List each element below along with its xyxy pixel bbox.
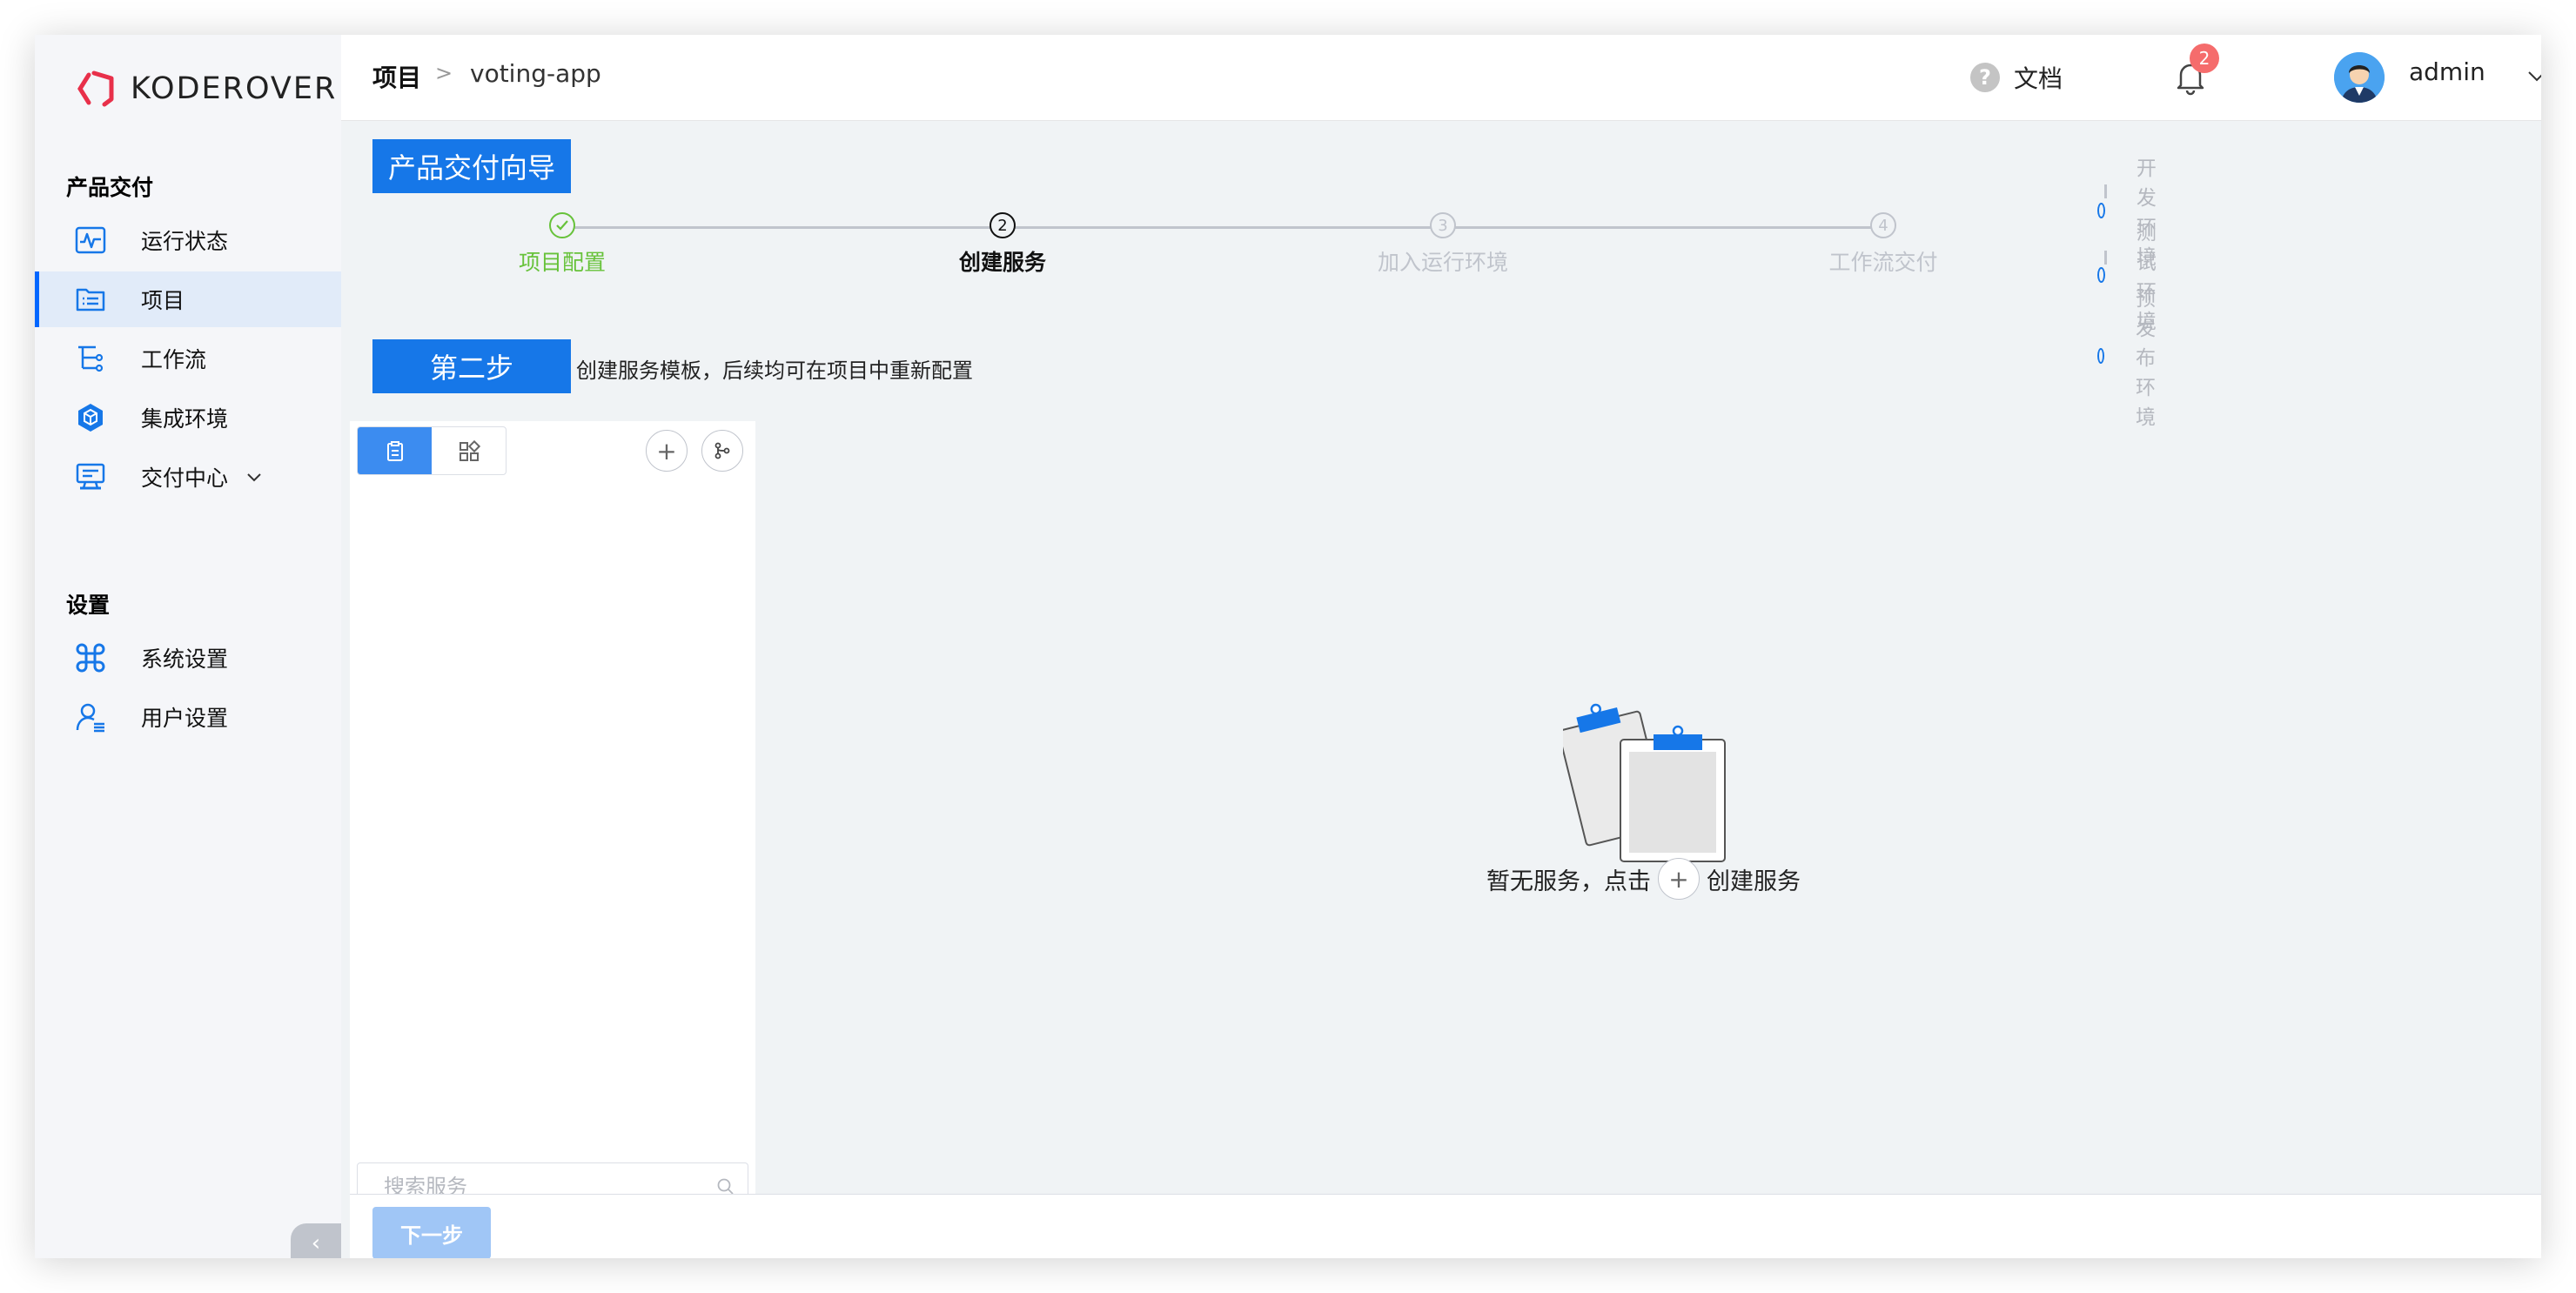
step-workflow-delivery: 4 工作流交付 [1753,212,2014,277]
step-number: 4 [1870,212,1896,238]
step-create-service: 2 创建服务 [872,212,1133,277]
check-icon [549,212,575,238]
sidebar-item-user-settings[interactable]: 用户设置 [35,689,341,745]
brand-name: KODEROVER [131,71,338,106]
app-window: KODEROVER 产品交付 运行状态 项目 工作流 集成环境 交付中心 设置 … [35,35,2541,1258]
sidebar-item-project[interactable]: 项目 [35,271,341,327]
empty-clipboard-illustration-icon [1563,703,1726,862]
sidebar-item-workflow[interactable]: 工作流 [35,331,341,386]
service-list-panel: + [350,421,755,1222]
grid-icon [459,440,480,461]
sidebar: KODEROVER 产品交付 运行状态 项目 工作流 集成环境 交付中心 设置 … [35,35,341,1258]
sidebar-item-delivery-center[interactable]: 交付中心 [35,449,341,505]
view-toggle [357,426,506,475]
tab-list-view[interactable] [358,427,432,474]
step-number: 3 [1430,212,1456,238]
cube-cluster-icon [73,400,108,435]
steps-connector [564,226,1887,229]
timeline-dot [2097,267,2105,283]
sidebar-item-system-settings[interactable]: 系统设置 [35,630,341,686]
sidebar-collapse-button[interactable]: ‹ [291,1223,341,1258]
step-label: 加入运行环境 [1377,250,1508,275]
step-description: 创建服务模板，后续均可在项目中重新配置 [576,358,973,383]
notification-badge: 2 [2190,44,2219,73]
help-icon: ? [1970,63,2000,92]
plus-icon: + [1668,864,1689,894]
step-join-env: 3 加入运行环境 [1312,212,1573,277]
breadcrumb-root[interactable]: 项目 [372,59,421,94]
breadcrumb-separator: > [435,61,453,85]
git-link-button[interactable] [701,430,743,472]
wizard-title: 产品交付向导 [372,139,571,193]
chevron-down-icon [247,473,261,482]
user-settings-icon [73,700,108,734]
empty-add-service-button[interactable]: + [1658,858,1700,900]
empty-text-suffix: 创建服务 [1707,868,1801,895]
project-list-icon [73,282,108,317]
sidebar-item-integration-env[interactable]: 集成环境 [35,390,341,446]
username[interactable]: admin [2409,57,2485,86]
sidebar-item-label: 系统设置 [141,646,229,672]
sidebar-item-label: 运行状态 [141,229,229,254]
step-label: 创建服务 [958,250,1046,275]
command-icon [73,640,108,675]
koderover-logo-icon [77,70,114,107]
user-avatar-icon [2334,52,2385,103]
timeline-dash [2104,184,2107,198]
avatar[interactable] [2334,52,2385,103]
sidebar-item-label: 集成环境 [141,406,229,432]
pulse-monitor-icon [73,223,108,258]
sidebar-item-label: 工作流 [141,347,207,372]
sidebar-item-label: 用户设置 [141,706,229,731]
breadcrumb-current: voting-app [470,59,601,88]
workflow-tree-icon [73,341,108,376]
sidebar-item-label: 项目 [141,288,185,313]
sidebar-item-label: 交付中心 [141,466,229,491]
section-title-delivery: 产品交付 [66,175,154,200]
step-project-config: 项目配置 [432,212,693,277]
brand-logo[interactable]: KODEROVER [77,64,337,113]
sidebar-item-status[interactable]: 运行状态 [35,212,341,268]
docs-link[interactable]: ? 文档 [1970,56,2063,99]
tab-grid-view[interactable] [432,427,506,474]
chevron-left-icon: ‹ [311,1230,321,1256]
plus-icon: + [656,436,677,466]
clipboard-icon [386,441,403,461]
step-label: 工作流交付 [1828,250,1938,275]
git-branch-icon [714,442,730,459]
wizard-footer: 下一步 [350,1194,2541,1258]
empty-state-message: 暂无服务，点击 + 创建服务 [1486,856,1801,901]
timeline-dot [2097,348,2105,364]
step-number: 2 [989,212,1016,238]
docs-label: 文档 [2014,64,2063,93]
timeline-dash [2104,251,2107,265]
chevron-down-icon[interactable] [2524,63,2541,89]
add-service-button[interactable]: + [646,430,688,472]
next-step-button[interactable]: 下一步 [372,1207,491,1258]
env-item-staging: 预发布环境 [2097,282,2164,430]
env-label: 预发布环境 [2136,288,2157,429]
step-tag: 第二步 [372,339,571,393]
top-header: 项目 > voting-app ? 文档 2 admin [341,35,2541,121]
delivery-screen-icon [73,459,108,494]
section-title-settings: 设置 [66,593,111,618]
empty-text-prefix: 暂无服务，点击 [1486,868,1651,895]
step-label: 项目配置 [518,250,606,275]
